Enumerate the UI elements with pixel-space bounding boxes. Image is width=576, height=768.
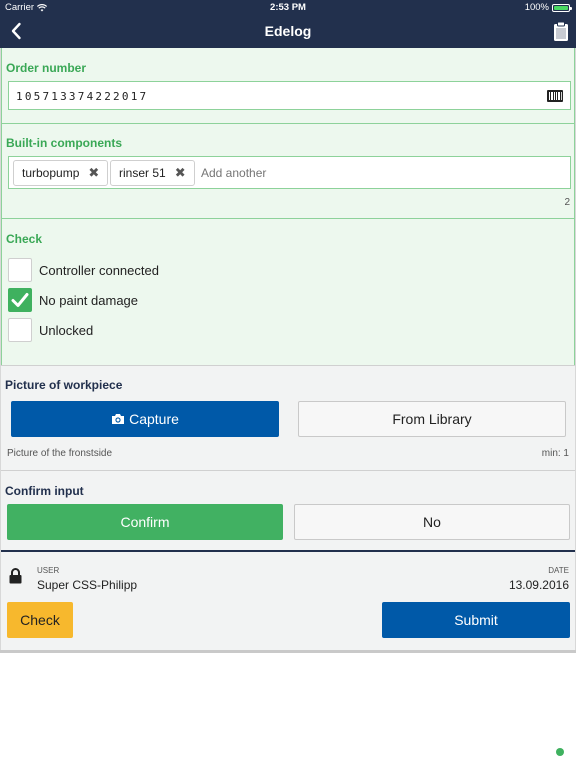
picture-section: Picture of workpiece Capture From Librar… (1, 365, 575, 470)
user-label: USER (37, 566, 60, 575)
status-bar: Carrier 2:53 PM 100% (0, 0, 576, 16)
checkbox-label: Controller connected (39, 262, 159, 278)
date-label: DATE (548, 566, 569, 575)
picture-hint: Picture of the fronstside (7, 448, 113, 459)
component-tag[interactable]: turbopump ✖ (13, 160, 109, 186)
component-count: 2 (564, 197, 570, 208)
lock-icon (9, 568, 22, 584)
picture-label: Picture of workpiece (5, 378, 123, 392)
built-in-components-section: Built-in components turbopump ✖ rinser 5… (1, 123, 575, 218)
checkbox-unlocked[interactable]: Unlocked (8, 318, 93, 342)
close-icon[interactable]: ✖ (88, 165, 99, 181)
from-library-button-label: From Library (392, 411, 472, 427)
check-section: Check Controller connected No paint dama… (1, 218, 575, 365)
checkbox-controller-connected[interactable]: Controller connected (8, 258, 159, 282)
battery-fill (554, 5, 568, 10)
picture-min-count: min: 1 (541, 448, 569, 459)
battery-indicator: 100% (524, 2, 572, 13)
clipboard-button[interactable] (551, 19, 571, 43)
barcode-icon[interactable] (547, 90, 563, 102)
submit-button-label: Submit (454, 612, 498, 628)
user-value: Super CSS-Philipp (37, 578, 138, 592)
checkbox-box[interactable] (8, 318, 32, 342)
check-button[interactable]: Check (7, 602, 73, 638)
submission-footer: USER Super CSS-Philipp DATE 13.09.2016 C… (1, 550, 575, 650)
add-component-input[interactable] (201, 166, 401, 180)
component-tag-label: rinser 51 (119, 166, 166, 180)
checkmark-icon (11, 293, 29, 307)
close-icon[interactable]: ✖ (175, 165, 186, 181)
capture-button-label: Capture (129, 411, 179, 427)
form-content: Order number 105713374222017 Built-in co… (0, 48, 576, 652)
confirm-section: Confirm input Confirm No (1, 470, 575, 550)
confirm-button-label: Confirm (120, 514, 170, 530)
checkbox-label: Unlocked (39, 322, 94, 338)
clock: 2:53 PM (270, 2, 306, 13)
clipboard-icon (554, 21, 568, 41)
no-button-label: No (423, 514, 441, 530)
components-tag-input[interactable]: turbopump ✖ rinser 51 ✖ (8, 156, 571, 189)
date-value: 13.09.2016 (508, 578, 569, 592)
checkbox-no-paint-damage[interactable]: No paint damage (8, 288, 138, 312)
order-number-label: Order number (6, 61, 87, 75)
checkbox-label: No paint damage (39, 292, 139, 308)
check-button-label: Check (20, 612, 60, 628)
check-label: Check (6, 232, 43, 246)
capture-button[interactable]: Capture (11, 401, 279, 437)
confirm-input-label: Confirm input (5, 484, 84, 498)
submit-button[interactable]: Submit (382, 602, 570, 638)
page-title: Edelog (264, 23, 312, 39)
built-in-components-label: Built-in components (6, 136, 122, 150)
battery-icon (552, 3, 572, 12)
confirm-button[interactable]: Confirm (7, 504, 283, 540)
component-tag-label: turbopump (22, 166, 80, 180)
component-tag[interactable]: rinser 51 ✖ (110, 160, 195, 186)
from-library-button[interactable]: From Library (298, 401, 566, 437)
navigation-bar: Edelog (0, 16, 576, 48)
no-button[interactable]: No (294, 504, 570, 540)
order-number-field[interactable]: 105713374222017 (8, 81, 571, 110)
checkbox-box[interactable] (8, 288, 32, 312)
status-dot (556, 748, 564, 756)
order-number-value: 105713374222017 (16, 90, 149, 103)
camera-icon (112, 414, 125, 424)
content-bottom-divider (0, 650, 576, 653)
battery-label: 100% (524, 2, 549, 13)
checkbox-box[interactable] (8, 258, 32, 282)
order-number-section: Order number 105713374222017 (1, 48, 575, 123)
